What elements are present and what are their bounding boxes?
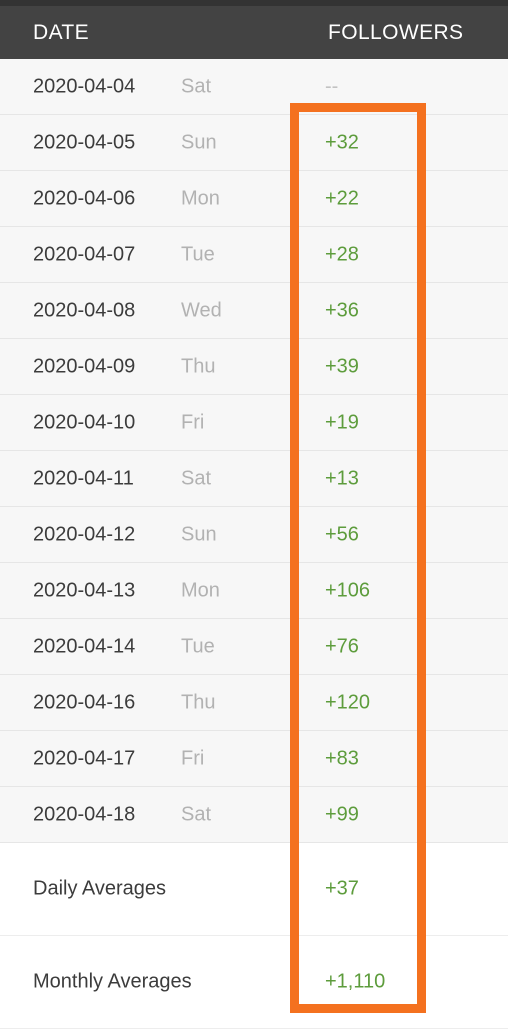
table-row[interactable]: 2020-04-11 Sat +13	[0, 451, 508, 507]
cell-weekday: Fri	[181, 747, 205, 769]
cell-followers-delta: +76	[325, 635, 359, 657]
cell-date: 2020-04-06	[33, 187, 136, 209]
cell-weekday: Thu	[181, 691, 216, 713]
cell-followers-delta: --	[325, 75, 339, 97]
table-row[interactable]: 2020-04-13 Mon +106	[0, 563, 508, 619]
cell-date: 2020-04-16	[33, 691, 136, 713]
table-row[interactable]: 2020-04-18 Sat +99	[0, 787, 508, 843]
cell-date: 2020-04-09	[33, 355, 136, 377]
cell-date: 2020-04-14	[33, 635, 136, 657]
table-row[interactable]: 2020-04-10 Fri +19	[0, 395, 508, 451]
cell-date: 2020-04-10	[33, 411, 136, 433]
cell-followers-delta: +39	[325, 355, 359, 377]
table-body: 2020-04-04 Sat -- 2020-04-05 Sun +32 2020-04-0…	[0, 59, 508, 1029]
table-row[interactable]: 2020-04-12 Sun +56	[0, 507, 508, 563]
summary-followers-value: +1,110	[325, 970, 386, 993]
column-header-date[interactable]: DATE	[33, 21, 89, 45]
cell-weekday: Sun	[181, 131, 217, 153]
summary-label: Daily Averages	[33, 877, 167, 900]
table-row[interactable]: 2020-04-08 Wed +36	[0, 283, 508, 339]
cell-weekday: Sun	[181, 523, 217, 545]
table-row[interactable]: 2020-04-14 Tue +76	[0, 619, 508, 675]
cell-followers-delta: +32	[325, 131, 359, 153]
cell-weekday: Sat	[181, 75, 212, 97]
cell-followers-delta: +56	[325, 523, 359, 545]
cell-date: 2020-04-08	[33, 299, 136, 321]
summary-row: Monthly Averages +1,110	[0, 936, 508, 1029]
table-header: DATE FOLLOWERS	[0, 6, 508, 59]
cell-date: 2020-04-05	[33, 131, 136, 153]
table-row[interactable]: 2020-04-09 Thu +39	[0, 339, 508, 395]
cell-date: 2020-04-18	[33, 803, 136, 825]
cell-weekday: Sat	[181, 467, 212, 489]
summary-label: Monthly Averages	[33, 970, 192, 993]
cell-followers-delta: +13	[325, 467, 359, 489]
cell-weekday: Fri	[181, 411, 205, 433]
cell-weekday: Sat	[181, 803, 212, 825]
table-row[interactable]: 2020-04-06 Mon +22	[0, 171, 508, 227]
cell-date: 2020-04-07	[33, 243, 136, 265]
table-row[interactable]: 2020-04-05 Sun +32	[0, 115, 508, 171]
cell-followers-delta: +99	[325, 803, 359, 825]
table-row[interactable]: 2020-04-07 Tue +28	[0, 227, 508, 283]
cell-followers-delta: +83	[325, 747, 359, 769]
cell-followers-delta: +19	[325, 411, 359, 433]
table-row[interactable]: 2020-04-16 Thu +120	[0, 675, 508, 731]
table-row[interactable]: 2020-04-17 Fri +83	[0, 731, 508, 787]
column-header-followers[interactable]: FOLLOWERS	[328, 21, 463, 45]
cell-weekday: Thu	[181, 355, 216, 377]
followers-stats-table-screen: DATE FOLLOWERS 2020-04-04 Sat -- 2020-04-05…	[0, 0, 508, 1029]
cell-date: 2020-04-04	[33, 75, 136, 97]
cell-weekday: Tue	[181, 635, 215, 657]
cell-followers-delta: +106	[325, 579, 371, 601]
summary-row: Daily Averages +37	[0, 843, 508, 936]
cell-followers-delta: +22	[325, 187, 359, 209]
cell-date: 2020-04-11	[33, 467, 134, 489]
cell-followers-delta: +36	[325, 299, 359, 321]
cell-weekday: Mon	[181, 187, 220, 209]
cell-weekday: Tue	[181, 243, 215, 265]
table-row[interactable]: 2020-04-04 Sat --	[0, 59, 508, 115]
summary-followers-value: +37	[325, 877, 359, 900]
cell-date: 2020-04-17	[33, 747, 136, 769]
cell-weekday: Wed	[181, 299, 222, 321]
cell-weekday: Mon	[181, 579, 220, 601]
cell-date: 2020-04-12	[33, 523, 136, 545]
cell-followers-delta: +28	[325, 243, 359, 265]
cell-date: 2020-04-13	[33, 579, 136, 601]
cell-followers-delta: +120	[325, 691, 371, 713]
